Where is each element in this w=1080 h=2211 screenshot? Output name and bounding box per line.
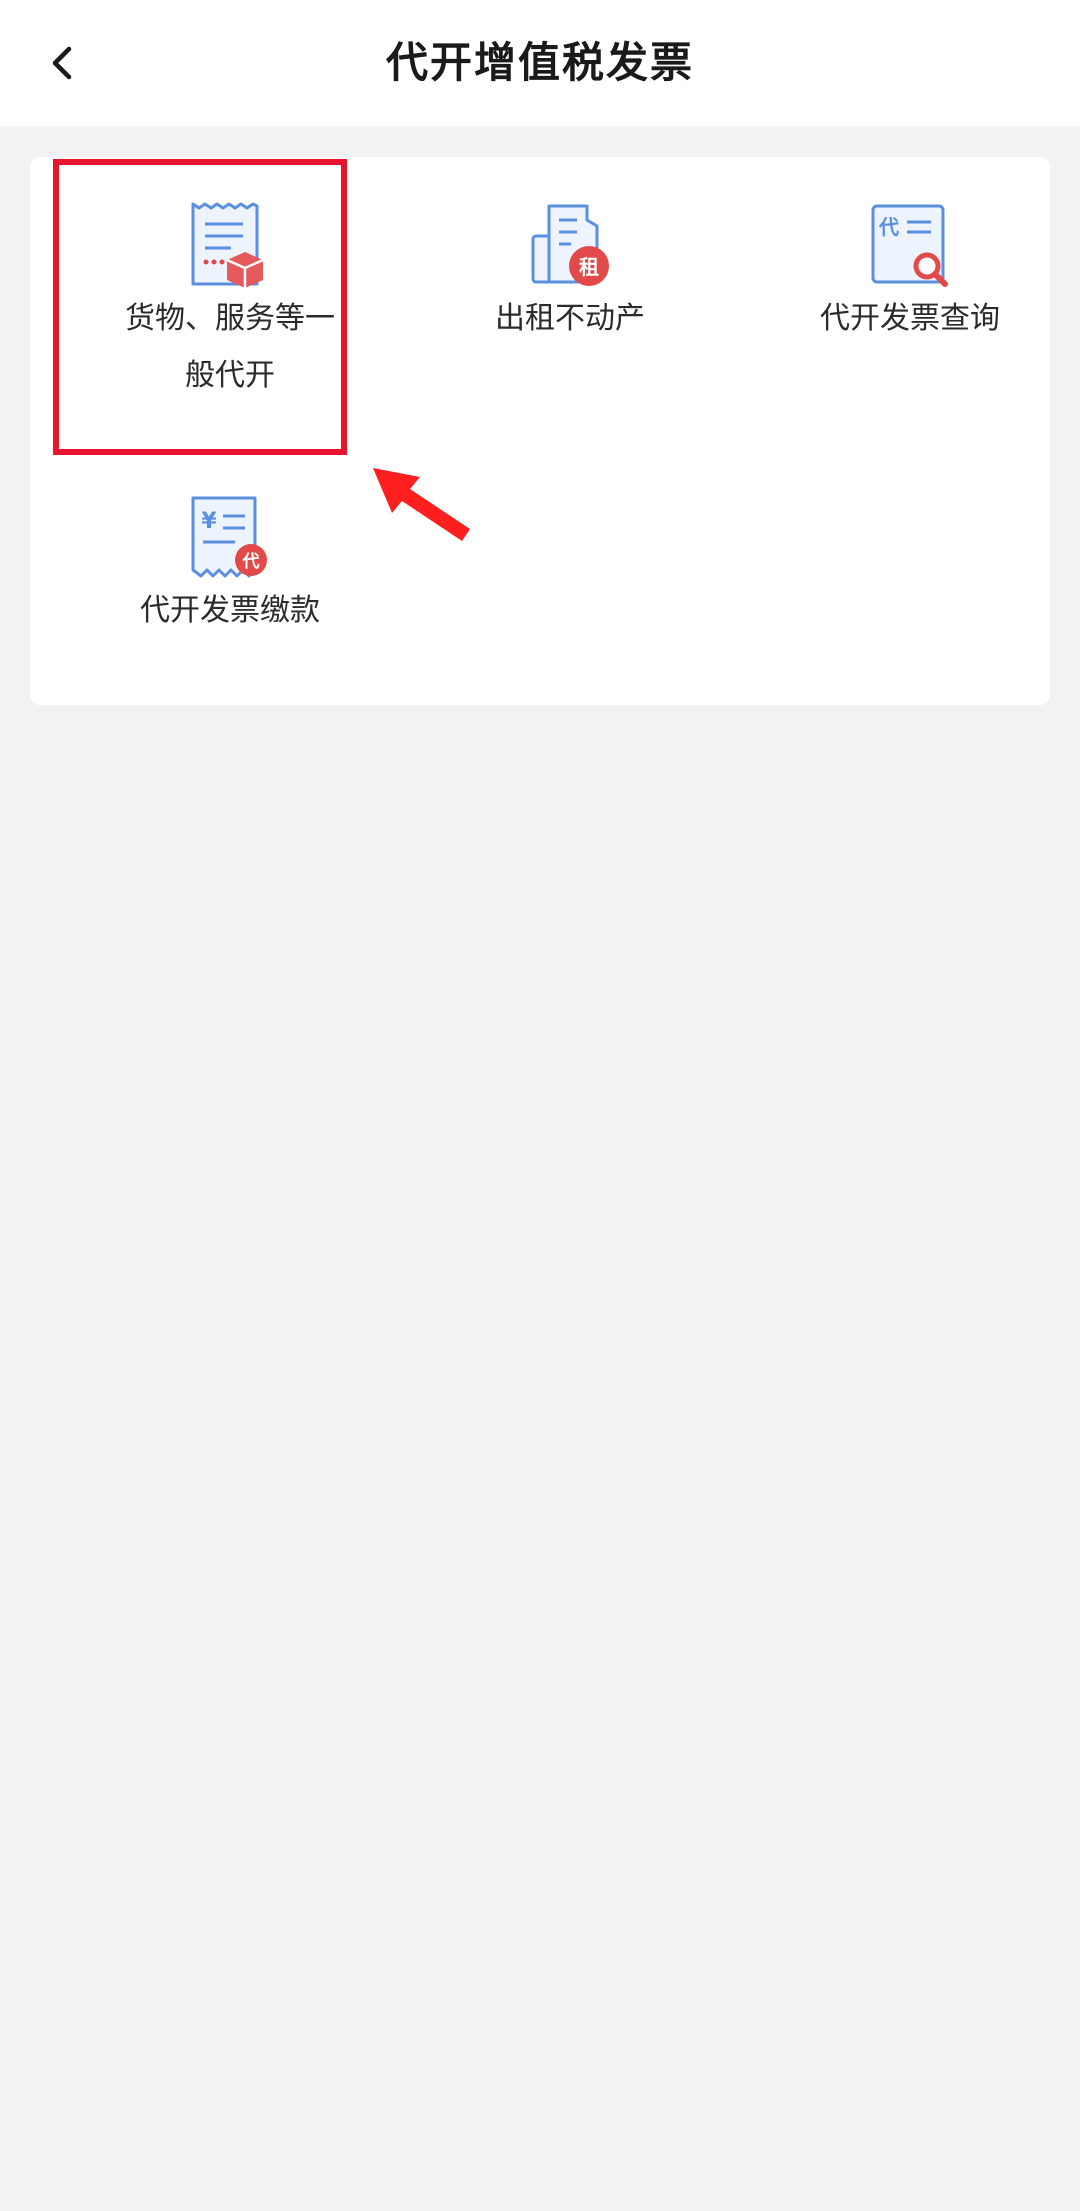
- page-title: 代开增值税发票: [385, 38, 694, 87]
- top-bar: 代开增值税发票: [0, 0, 1080, 126]
- service-general-invoice[interactable]: 货物、服务等一般代开: [60, 200, 400, 404]
- invoice-package-icon: [191, 202, 264, 288]
- invoice-search-icon: 代: [871, 204, 948, 287]
- service-invoice-payment[interactable]: ¥ 代 代开发票缴款: [60, 492, 400, 639]
- svg-text:租: 租: [579, 255, 599, 279]
- service-label: 出租不动产: [495, 301, 645, 336]
- services-card: 货物、服务等一般代开 租 出租不动产 代 代开发票查询 ¥ 代 代开发票缴款: [30, 157, 1050, 705]
- invoice-payment-icon: ¥ 代: [191, 496, 267, 578]
- svg-text:代: 代: [242, 551, 260, 572]
- service-label: 代开发票缴款: [140, 593, 320, 628]
- building-rent-icon: 租: [531, 204, 609, 286]
- svg-text:代: 代: [878, 215, 899, 239]
- service-invoice-query[interactable]: 代 代开发票查询: [740, 200, 1080, 347]
- svg-text:¥: ¥: [201, 509, 217, 534]
- service-rent-property[interactable]: 租 出租不动产: [400, 200, 740, 347]
- service-label: 货物、服务等一般代开: [125, 301, 335, 393]
- service-label: 代开发票查询: [820, 301, 1000, 336]
